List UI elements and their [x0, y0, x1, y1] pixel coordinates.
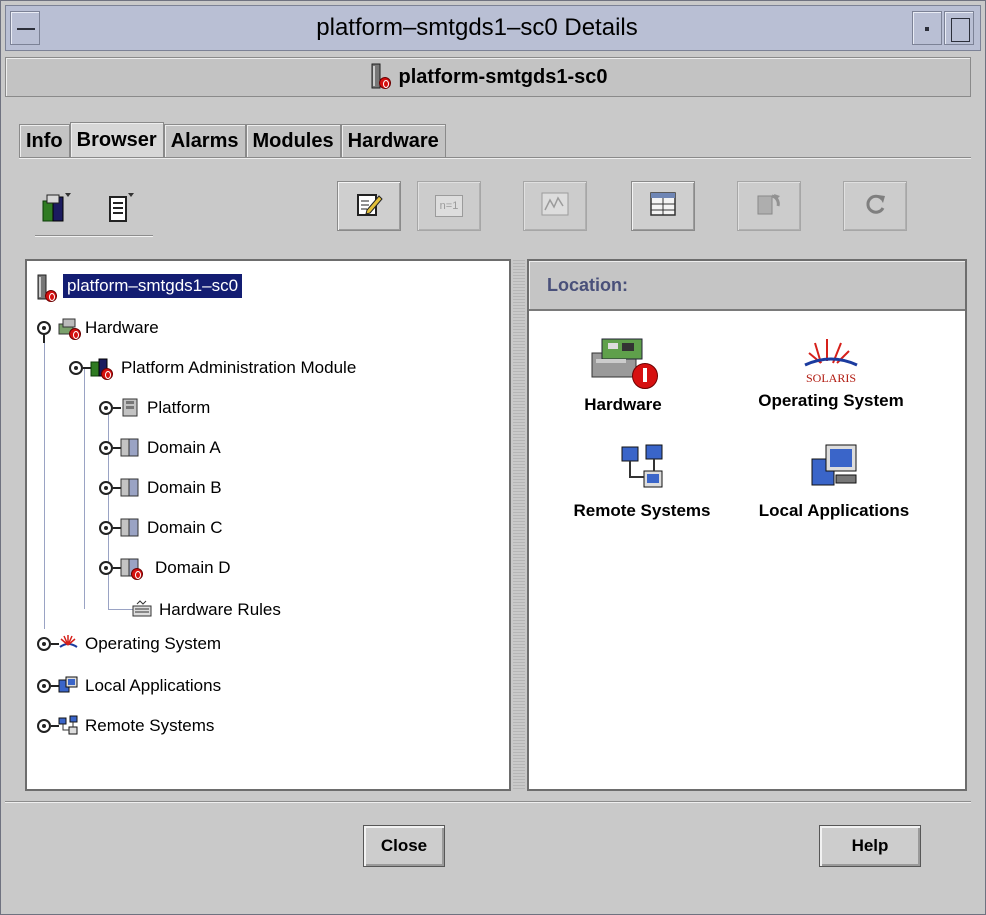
tree-label-platform: Platform [147, 398, 211, 417]
tree-label-root: platform–smtgds1–sc0 [63, 274, 243, 298]
tree-node-domain-d[interactable]: Domain D [99, 553, 231, 583]
graph-icon [541, 192, 569, 221]
solaris-icon [57, 632, 79, 656]
tab-browser[interactable]: Browser [69, 122, 164, 158]
tree-node-domain-b[interactable]: Domain B [99, 473, 222, 503]
tab-modules[interactable]: Modules [245, 124, 341, 158]
bottom-separator [5, 801, 971, 803]
tree-label-operating-system: Operating System [85, 634, 222, 653]
expand-toggle-icon[interactable] [69, 361, 91, 375]
expand-toggle-icon[interactable] [99, 521, 121, 535]
expand-toggle-icon[interactable] [99, 401, 121, 415]
toolbar-separator [35, 235, 153, 237]
refresh-config-icon [754, 190, 784, 223]
tree-node-hardware[interactable]: Hardware [37, 313, 159, 343]
domain-icon [119, 516, 141, 540]
edit-icon [355, 190, 383, 223]
header-title: platform-smtgds1-sc0 [398, 65, 608, 88]
expand-toggle-icon[interactable] [99, 561, 121, 575]
minimize-button[interactable] [912, 11, 942, 45]
hardware-icon [588, 331, 658, 391]
object-tree: platform–smtgds1–sc0 Hardware Platform A… [27, 261, 509, 789]
edit-button[interactable] [337, 181, 401, 231]
tree-label-domain-c: Domain C [147, 518, 223, 537]
content-item-hardware[interactable]: Hardware [573, 331, 673, 415]
expand-toggle-icon[interactable] [99, 441, 121, 455]
content-label-hardware: Hardware [584, 395, 662, 414]
tab-info[interactable]: Info [19, 124, 70, 158]
module-icon [89, 356, 113, 380]
tree-label-domain-b: Domain B [147, 478, 222, 497]
title-bar[interactable]: platform–smtgds1–sc0 Details [5, 5, 981, 51]
solaris-logo-text: SOLARIS [805, 371, 856, 385]
collapse-toggle-icon[interactable] [37, 321, 51, 343]
server-alarm-icon [369, 63, 391, 91]
tree-node-remote-systems[interactable]: Remote Systems [37, 711, 214, 741]
tree-label-local-applications: Local Applications [85, 676, 222, 695]
tree-pane[interactable]: platform–smtgds1–sc0 Hardware Platform A… [25, 259, 511, 791]
maximize-button[interactable] [944, 11, 974, 45]
content-item-local-applications[interactable]: Local Applications [739, 441, 929, 521]
tree-label-remote-systems: Remote Systems [85, 716, 215, 735]
view-hierarchy-icon[interactable] [41, 191, 75, 227]
tree-node-platform[interactable]: Platform [99, 393, 210, 423]
tab-hardware[interactable]: Hardware [340, 124, 446, 158]
hardware-icon [57, 316, 81, 340]
window-title: platform–smtgds1–sc0 Details [316, 14, 638, 41]
pane-splitter[interactable] [513, 259, 525, 791]
location-bar: Location: [529, 261, 965, 311]
help-button[interactable]: Help [819, 825, 921, 867]
reload-button[interactable] [843, 181, 907, 231]
expand-toggle-icon[interactable] [37, 719, 59, 733]
refresh-config-button[interactable] [737, 181, 801, 231]
content-pane: Location: Hardware SOLARIS Operating Sys… [527, 259, 967, 791]
tab-divider [19, 157, 971, 159]
tree-label-hardware: Hardware [85, 318, 159, 337]
expand-toggle-icon[interactable] [37, 679, 59, 693]
content-label-operating-system: Operating System [758, 391, 904, 410]
close-button[interactable]: Close [363, 825, 445, 867]
tree-node-platform-admin-module[interactable]: Platform Administration Module [69, 353, 356, 383]
content-item-remote-systems[interactable]: Remote Systems [557, 443, 727, 521]
window-menu-button[interactable] [10, 11, 40, 45]
local-applications-icon [57, 674, 79, 698]
n-1-icon: n=1 [435, 195, 463, 217]
platform-icon [119, 396, 141, 420]
domain-icon [119, 556, 143, 580]
tab-alarms[interactable]: Alarms [163, 124, 246, 158]
reload-icon [862, 191, 888, 222]
tree-label-domain-d: Domain D [155, 558, 231, 577]
remote-systems-icon [57, 714, 79, 738]
solaris-logo-icon: SOLARIS [791, 333, 871, 387]
tree-label-pam: Platform Administration Module [121, 358, 357, 377]
expand-toggle-icon[interactable] [99, 481, 121, 495]
view-list-icon[interactable] [105, 191, 139, 227]
object-header: platform-smtgds1-sc0 [5, 57, 971, 97]
expand-toggle-icon[interactable] [37, 637, 59, 651]
n-equals-1-button[interactable]: n=1 [417, 181, 481, 231]
table-view-button[interactable] [631, 181, 695, 231]
tree-node-domain-a[interactable]: Domain A [99, 433, 221, 463]
domain-icon [119, 436, 141, 460]
tree-node-local-applications[interactable]: Local Applications [37, 671, 221, 701]
content-item-operating-system[interactable]: SOLARIS Operating System [741, 333, 921, 411]
domain-icon [119, 476, 141, 500]
tree-node-root[interactable]: platform–smtgds1–sc0 [35, 271, 243, 302]
graph-button[interactable] [523, 181, 587, 231]
tree-node-operating-system[interactable]: Operating System [37, 629, 221, 659]
content-label-local-applications: Local Applications [758, 501, 910, 520]
tree-node-hardware-rules[interactable]: Hardware Rules [131, 595, 281, 625]
server-icon [35, 274, 57, 302]
details-window: platform–smtgds1–sc0 Details platform-sm… [0, 0, 986, 915]
local-applications-icon [806, 441, 862, 497]
remote-systems-icon [618, 443, 666, 497]
table-view-icon [649, 191, 677, 222]
tab-bar: Info Browser Alarms Modules Hardware [19, 122, 446, 158]
tree-node-domain-c[interactable]: Domain C [99, 513, 223, 543]
content-label-remote-systems: Remote Systems [573, 501, 711, 520]
location-label: Location: [547, 275, 628, 295]
tree-label-domain-a: Domain A [147, 438, 221, 457]
rules-icon [131, 598, 153, 622]
tree-label-hardware-rules: Hardware Rules [159, 600, 281, 619]
